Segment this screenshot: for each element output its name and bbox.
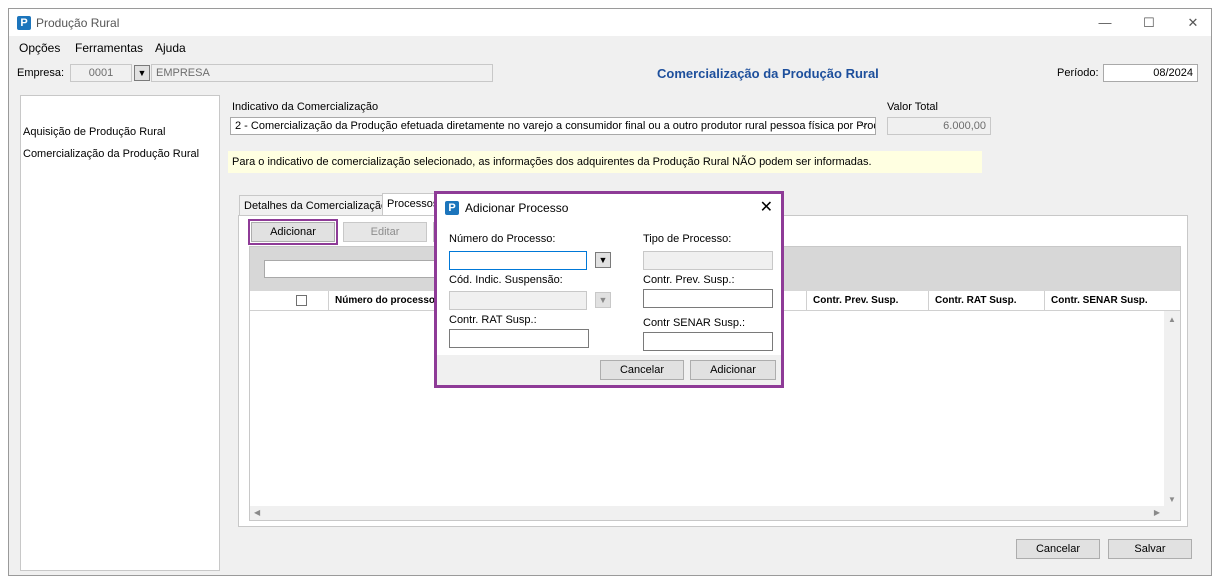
header-toolbar: Empresa: 0001 ▼ EMPRESA Comercialização … [9,62,1211,86]
scroll-down-icon[interactable]: ▼ [1168,495,1176,504]
dialog-footer: Cancelar Adicionar [437,355,781,385]
senar-susp-input[interactable] [643,332,773,351]
dialog-title-bar: P Adicionar Processo ✕ [437,194,781,221]
cod-suspensao-label: Cód. Indic. Suspensão: [449,274,563,286]
dialog-close-icon[interactable]: ✕ [760,197,773,217]
tipo-processo-label: Tipo de Processo: [643,233,732,245]
sidebar: Aquisição de Produção Rural Comercializa… [20,95,220,571]
notice-banner: Para o indicativo de comercialização sel… [228,151,982,173]
periodo-field[interactable]: 08/2024 [1103,64,1198,82]
window-title: Produção Rural [36,16,120,30]
indicativo-label: Indicativo da Comercialização [232,101,379,113]
scroll-right-icon[interactable]: ▶ [1154,508,1160,517]
numero-processo-dropdown-icon[interactable]: ▼ [595,252,611,268]
maximize-button[interactable]: ☐ [1129,12,1169,34]
scroll-up-icon[interactable]: ▲ [1168,315,1176,324]
dialog-logo-icon: P [445,201,459,215]
screen-title: Comercialização da Produção Rural [657,66,879,81]
menu-opcoes[interactable]: Opções [19,41,60,55]
menu-bar: Opções Ferramentas Ajuda [9,36,1211,58]
numero-processo-input[interactable] [449,251,587,270]
periodo-label: Período: [1057,67,1099,79]
prev-susp-label: Contr. Prev. Susp.: [643,274,735,286]
valor-total-label: Valor Total [887,101,938,113]
grid-vertical-scrollbar[interactable]: ▲ ▼ [1164,311,1180,508]
cod-suspensao-dropdown-icon[interactable]: ▼ [595,292,611,308]
app-logo-icon: P [17,16,31,30]
indicativo-chevron-down-icon[interactable]: ⌵ [860,119,868,130]
select-all-checkbox[interactable] [296,295,307,306]
grid-filter-input[interactable] [264,260,444,278]
tab-detalhes[interactable]: Detalhes da Comercialização [239,195,393,215]
grid-horizontal-scrollbar[interactable]: ◀ ▶ [250,506,1180,520]
rat-susp-input[interactable] [449,329,589,348]
valor-total-field: 6.000,00 [887,117,991,135]
salvar-button[interactable]: Salvar [1108,539,1192,559]
menu-ferramentas[interactable]: Ferramentas [75,41,143,55]
rat-susp-label: Contr. RAT Susp.: [449,314,537,326]
adicionar-processo-dialog: P Adicionar Processo ✕ Número do Process… [434,191,784,388]
col-senar-susp[interactable]: Contr. SENAR Susp. [1044,291,1172,311]
menu-ajuda[interactable]: Ajuda [155,41,186,55]
minimize-button[interactable]: — [1085,12,1125,34]
scroll-left-icon[interactable]: ◀ [254,508,260,517]
numero-processo-label: Número do Processo: [449,233,556,245]
cancelar-button[interactable]: Cancelar [1016,539,1100,559]
dialog-cancelar-button[interactable]: Cancelar [600,360,684,380]
tipo-processo-field [643,251,773,270]
empresa-dropdown-icon[interactable]: ▼ [134,65,150,81]
senar-susp-label: Contr SENAR Susp.: [643,317,746,329]
col-rat-susp[interactable]: Contr. RAT Susp. [928,291,1044,311]
title-bar: P Produção Rural — ☐ ✕ [9,9,1211,36]
empresa-label: Empresa: [17,67,65,79]
dialog-body: Número do Processo: ▼ Tipo de Processo: … [437,221,781,355]
adicionar-button[interactable]: Adicionar [248,219,338,245]
cod-suspensao-field [449,291,587,310]
dialog-title: Adicionar Processo [465,201,569,215]
editar-button[interactable]: Editar [343,222,427,242]
indicativo-select[interactable]: 2 - Comercialização da Produção efetuada… [230,117,876,135]
sidebar-item-comercializacao[interactable]: Comercialização da Produção Rural [23,148,199,160]
close-button[interactable]: ✕ [1173,12,1213,34]
empresa-name-field: EMPRESA [151,64,493,82]
sidebar-item-aquisicao[interactable]: Aquisição de Produção Rural [23,126,165,138]
prev-susp-input[interactable] [643,289,773,308]
empresa-code-field[interactable]: 0001 [70,64,132,82]
dialog-adicionar-button[interactable]: Adicionar [690,360,776,380]
col-prev-susp[interactable]: Contr. Prev. Susp. [806,291,928,311]
